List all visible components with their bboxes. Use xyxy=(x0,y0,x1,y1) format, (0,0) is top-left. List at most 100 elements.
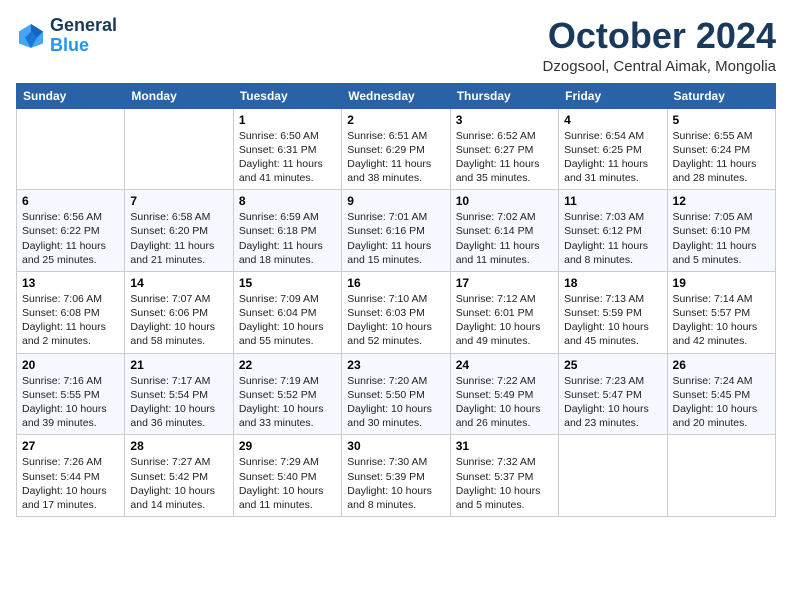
day-number: 18 xyxy=(564,276,661,290)
day-number: 22 xyxy=(239,358,336,372)
day-number: 26 xyxy=(673,358,770,372)
day-info: Sunrise: 7:06 AMSunset: 6:08 PMDaylight:… xyxy=(22,292,119,349)
day-number: 8 xyxy=(239,194,336,208)
day-cell: 10 Sunrise: 7:02 AMSunset: 6:14 PMDayligh… xyxy=(450,190,558,272)
day-number: 28 xyxy=(130,439,227,453)
day-number: 14 xyxy=(130,276,227,290)
day-cell: 22 Sunrise: 7:19 AMSunset: 5:52 PMDayligh… xyxy=(233,353,341,435)
day-cell: 3Sunrise: 6:52 AMSunset: 6:27 PMDaylight… xyxy=(450,108,558,190)
calendar-table: SundayMondayTuesdayWednesdayThursdayFrid… xyxy=(16,83,776,517)
day-number: 31 xyxy=(456,439,553,453)
day-cell: 1 Sunrise: 6:50 AMSunset: 6:31 PMDaylight… xyxy=(233,108,341,190)
logo-line2: Blue xyxy=(50,36,117,56)
day-number: 2 xyxy=(347,113,444,127)
day-info: Sunrise: 7:02 AMSunset: 6:14 PMDaylight:… xyxy=(456,210,553,267)
day-number: 7 xyxy=(130,194,227,208)
day-info: Sunrise: 7:19 AMSunset: 5:52 PMDaylight:… xyxy=(239,374,336,431)
month-title: October 2024 xyxy=(543,16,776,56)
day-cell: 15Sunrise: 7:09 AMSunset: 6:04 PMDayligh… xyxy=(233,271,341,353)
day-cell xyxy=(125,108,233,190)
day-info: Sunrise: 7:01 AMSunset: 6:16 PMDaylight:… xyxy=(347,210,444,267)
day-number: 5 xyxy=(673,113,770,127)
col-header-thursday: Thursday xyxy=(450,83,558,108)
week-row-4: 20 Sunrise: 7:16 AMSunset: 5:55 PMDayligh… xyxy=(17,353,776,435)
day-info: Sunrise: 7:23 AMSunset: 5:47 PMDaylight:… xyxy=(564,374,661,431)
day-number: 17 xyxy=(456,276,553,290)
col-header-wednesday: Wednesday xyxy=(342,83,450,108)
day-number: 30 xyxy=(347,439,444,453)
day-cell: 29Sunrise: 7:29 AMSunset: 5:40 PMDayligh… xyxy=(233,435,341,517)
day-cell: 8 Sunrise: 6:59 AMSunset: 6:18 PMDaylight… xyxy=(233,190,341,272)
day-cell xyxy=(17,108,125,190)
day-info: Sunrise: 6:59 AMSunset: 6:18 PMDaylight:… xyxy=(239,210,336,267)
day-info: Sunrise: 7:05 AMSunset: 6:10 PMDaylight:… xyxy=(673,210,770,267)
day-cell: 13Sunrise: 7:06 AMSunset: 6:08 PMDayligh… xyxy=(17,271,125,353)
day-info: Sunrise: 7:17 AMSunset: 5:54 PMDaylight:… xyxy=(130,374,227,431)
day-cell: 28 Sunrise: 7:27 AMSunset: 5:42 PMDayligh… xyxy=(125,435,233,517)
logo-line1: General xyxy=(50,16,117,36)
location-subtitle: Dzogsool, Central Aimak, Mongolia xyxy=(543,58,776,75)
day-info: Sunrise: 6:51 AMSunset: 6:29 PMDaylight:… xyxy=(347,129,444,186)
day-info: Sunrise: 7:22 AMSunset: 5:49 PMDaylight:… xyxy=(456,374,553,431)
day-info: Sunrise: 7:26 AMSunset: 5:44 PMDaylight:… xyxy=(22,455,119,512)
day-number: 11 xyxy=(564,194,661,208)
day-cell: 30 Sunrise: 7:30 AMSunset: 5:39 PMDayligh… xyxy=(342,435,450,517)
day-cell: 14Sunrise: 7:07 AMSunset: 6:06 PMDayligh… xyxy=(125,271,233,353)
day-cell: 19 Sunrise: 7:14 AMSunset: 5:57 PMDayligh… xyxy=(667,271,775,353)
week-row-2: 6 Sunrise: 6:56 AMSunset: 6:22 PMDaylight… xyxy=(17,190,776,272)
week-row-1: 1 Sunrise: 6:50 AMSunset: 6:31 PMDaylight… xyxy=(17,108,776,190)
day-info: Sunrise: 7:30 AMSunset: 5:39 PMDaylight:… xyxy=(347,455,444,512)
day-cell: 11 Sunrise: 7:03 AMSunset: 6:12 PMDayligh… xyxy=(559,190,667,272)
day-number: 9 xyxy=(347,194,444,208)
day-info: Sunrise: 7:24 AMSunset: 5:45 PMDaylight:… xyxy=(673,374,770,431)
day-cell: 21Sunrise: 7:17 AMSunset: 5:54 PMDayligh… xyxy=(125,353,233,435)
day-cell: 7 Sunrise: 6:58 AMSunset: 6:20 PMDaylight… xyxy=(125,190,233,272)
day-number: 6 xyxy=(22,194,119,208)
day-cell: 25 Sunrise: 7:23 AMSunset: 5:47 PMDayligh… xyxy=(559,353,667,435)
day-cell: 5 Sunrise: 6:55 AMSunset: 6:24 PMDaylight… xyxy=(667,108,775,190)
day-number: 15 xyxy=(239,276,336,290)
day-cell: 23Sunrise: 7:20 AMSunset: 5:50 PMDayligh… xyxy=(342,353,450,435)
day-info: Sunrise: 6:52 AMSunset: 6:27 PMDaylight:… xyxy=(456,129,553,186)
day-number: 25 xyxy=(564,358,661,372)
day-number: 16 xyxy=(347,276,444,290)
page-header: General Blue October 2024 Dzogsool, Cent… xyxy=(16,16,776,75)
day-info: Sunrise: 7:27 AMSunset: 5:42 PMDaylight:… xyxy=(130,455,227,512)
day-cell: 6 Sunrise: 6:56 AMSunset: 6:22 PMDaylight… xyxy=(17,190,125,272)
day-info: Sunrise: 6:55 AMSunset: 6:24 PMDaylight:… xyxy=(673,129,770,186)
day-info: Sunrise: 7:14 AMSunset: 5:57 PMDaylight:… xyxy=(673,292,770,349)
week-row-5: 27 Sunrise: 7:26 AMSunset: 5:44 PMDayligh… xyxy=(17,435,776,517)
col-header-friday: Friday xyxy=(559,83,667,108)
day-number: 12 xyxy=(673,194,770,208)
week-row-3: 13Sunrise: 7:06 AMSunset: 6:08 PMDayligh… xyxy=(17,271,776,353)
day-cell: 27 Sunrise: 7:26 AMSunset: 5:44 PMDayligh… xyxy=(17,435,125,517)
day-cell: 4Sunrise: 6:54 AMSunset: 6:25 PMDaylight… xyxy=(559,108,667,190)
day-number: 20 xyxy=(22,358,119,372)
day-number: 1 xyxy=(239,113,336,127)
day-cell: 26 Sunrise: 7:24 AMSunset: 5:45 PMDayligh… xyxy=(667,353,775,435)
logo: General Blue xyxy=(16,16,117,56)
day-info: Sunrise: 6:50 AMSunset: 6:31 PMDaylight:… xyxy=(239,129,336,186)
day-cell: 24Sunrise: 7:22 AMSunset: 5:49 PMDayligh… xyxy=(450,353,558,435)
day-info: Sunrise: 7:16 AMSunset: 5:55 PMDaylight:… xyxy=(22,374,119,431)
day-cell xyxy=(559,435,667,517)
day-cell: 12 Sunrise: 7:05 AMSunset: 6:10 PMDayligh… xyxy=(667,190,775,272)
day-info: Sunrise: 7:10 AMSunset: 6:03 PMDaylight:… xyxy=(347,292,444,349)
day-number: 27 xyxy=(22,439,119,453)
day-cell: 20 Sunrise: 7:16 AMSunset: 5:55 PMDayligh… xyxy=(17,353,125,435)
day-cell: 2 Sunrise: 6:51 AMSunset: 6:29 PMDaylight… xyxy=(342,108,450,190)
day-info: Sunrise: 7:03 AMSunset: 6:12 PMDaylight:… xyxy=(564,210,661,267)
day-number: 10 xyxy=(456,194,553,208)
col-header-tuesday: Tuesday xyxy=(233,83,341,108)
title-block: October 2024 Dzogsool, Central Aimak, Mo… xyxy=(543,16,776,75)
day-info: Sunrise: 7:29 AMSunset: 5:40 PMDaylight:… xyxy=(239,455,336,512)
day-info: Sunrise: 7:32 AMSunset: 5:37 PMDaylight:… xyxy=(456,455,553,512)
day-number: 19 xyxy=(673,276,770,290)
col-header-sunday: Sunday xyxy=(17,83,125,108)
day-info: Sunrise: 7:20 AMSunset: 5:50 PMDaylight:… xyxy=(347,374,444,431)
day-info: Sunrise: 6:58 AMSunset: 6:20 PMDaylight:… xyxy=(130,210,227,267)
day-info: Sunrise: 7:13 AMSunset: 5:59 PMDaylight:… xyxy=(564,292,661,349)
day-cell: 31 Sunrise: 7:32 AMSunset: 5:37 PMDayligh… xyxy=(450,435,558,517)
day-cell: 9 Sunrise: 7:01 AMSunset: 6:16 PMDaylight… xyxy=(342,190,450,272)
day-info: Sunrise: 6:56 AMSunset: 6:22 PMDaylight:… xyxy=(22,210,119,267)
